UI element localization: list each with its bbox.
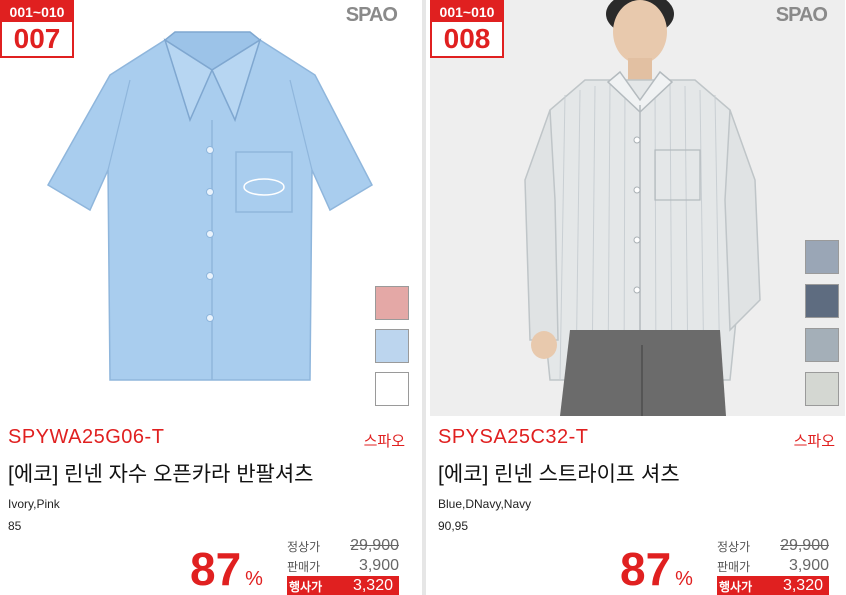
product-image[interactable]: [0, 0, 415, 416]
regular-price-row: 정상가 29,900: [717, 536, 829, 556]
product-name[interactable]: [에코] 린넨 자수 오픈카라 반팔셔츠: [8, 458, 314, 488]
discount-value: 87: [190, 543, 242, 595]
color-swatch-blue[interactable]: [375, 329, 409, 363]
card-divider: [422, 0, 426, 595]
rank-range: 001~010: [432, 2, 502, 22]
discount-rate: 87%: [190, 544, 263, 595]
sale-price-row: 판매가 3,900: [287, 556, 399, 576]
brand-logo: SPAO: [775, 4, 828, 26]
product-sizes: 90,95: [438, 519, 469, 533]
product-colors: Ivory,Pink: [8, 497, 60, 511]
brand-name[interactable]: 스파오: [364, 430, 405, 451]
product-image[interactable]: [430, 0, 845, 416]
rank-badge: 001~010 007: [0, 0, 74, 58]
event-price: 3,320: [782, 577, 823, 594]
event-price-row: 행사가 3,320: [717, 576, 829, 595]
discount-value: 87: [620, 543, 672, 595]
color-swatch-dnavy[interactable]: [805, 284, 839, 318]
regular-price: 29,900: [350, 537, 399, 554]
rank-number: 008: [443, 23, 491, 54]
event-price-row: 행사가 3,320: [287, 576, 399, 595]
regular-price-label: 정상가: [287, 539, 321, 554]
color-swatch-blue[interactable]: [805, 240, 839, 274]
product-card-007[interactable]: 001~010 007 SPAO SPYWA25G06-T 스파오 [에코] 린…: [0, 0, 415, 595]
color-swatches: [375, 286, 409, 406]
product-card-008[interactable]: 001~010 008 SPAO SPYSA25C32-T 스파오 [에코] 린…: [430, 0, 845, 595]
sale-price: 3,900: [358, 557, 399, 574]
regular-price-row: 정상가 29,900: [287, 536, 399, 556]
discount-rate: 87%: [620, 544, 693, 595]
color-swatch-pink[interactable]: [375, 286, 409, 320]
product-name[interactable]: [에코] 린넨 스트라이프 셔츠: [438, 458, 680, 488]
color-swatches: [805, 240, 839, 406]
color-swatch-grey[interactable]: [805, 372, 839, 406]
brand-logo: SPAO: [345, 4, 398, 26]
color-swatch-navy[interactable]: [805, 328, 839, 362]
sale-price-label: 판매가: [717, 559, 751, 574]
event-price-label: 행사가: [719, 579, 753, 594]
brand-name[interactable]: 스파오: [794, 430, 835, 451]
color-swatch-ivory[interactable]: [375, 372, 409, 406]
price-box: 정상가 29,900 판매가 3,900 행사가 3,320: [717, 536, 829, 595]
short-sleeve-shirt-image: [46, 31, 373, 381]
sale-price-label: 판매가: [287, 559, 321, 574]
event-price: 3,320: [352, 577, 393, 594]
sale-price: 3,900: [788, 557, 829, 574]
striped-shirt-model-image: [524, 0, 761, 416]
rank-number: 007: [13, 23, 61, 54]
discount-unit: %: [245, 568, 263, 590]
product-code: SPYWA25G06-T: [8, 426, 165, 448]
regular-price: 29,900: [780, 537, 829, 554]
sale-price-row: 판매가 3,900: [717, 556, 829, 576]
rank-range: 001~010: [2, 2, 72, 22]
product-colors: Blue,DNavy,Navy: [438, 497, 532, 511]
product-sizes: 85: [8, 519, 22, 533]
rank-badge: 001~010 008: [430, 0, 504, 58]
price-box: 정상가 29,900 판매가 3,900 행사가 3,320: [287, 536, 399, 595]
discount-unit: %: [675, 568, 693, 590]
regular-price-label: 정상가: [717, 539, 751, 554]
product-code: SPYSA25C32-T: [438, 426, 589, 448]
event-price-label: 행사가: [289, 579, 323, 594]
